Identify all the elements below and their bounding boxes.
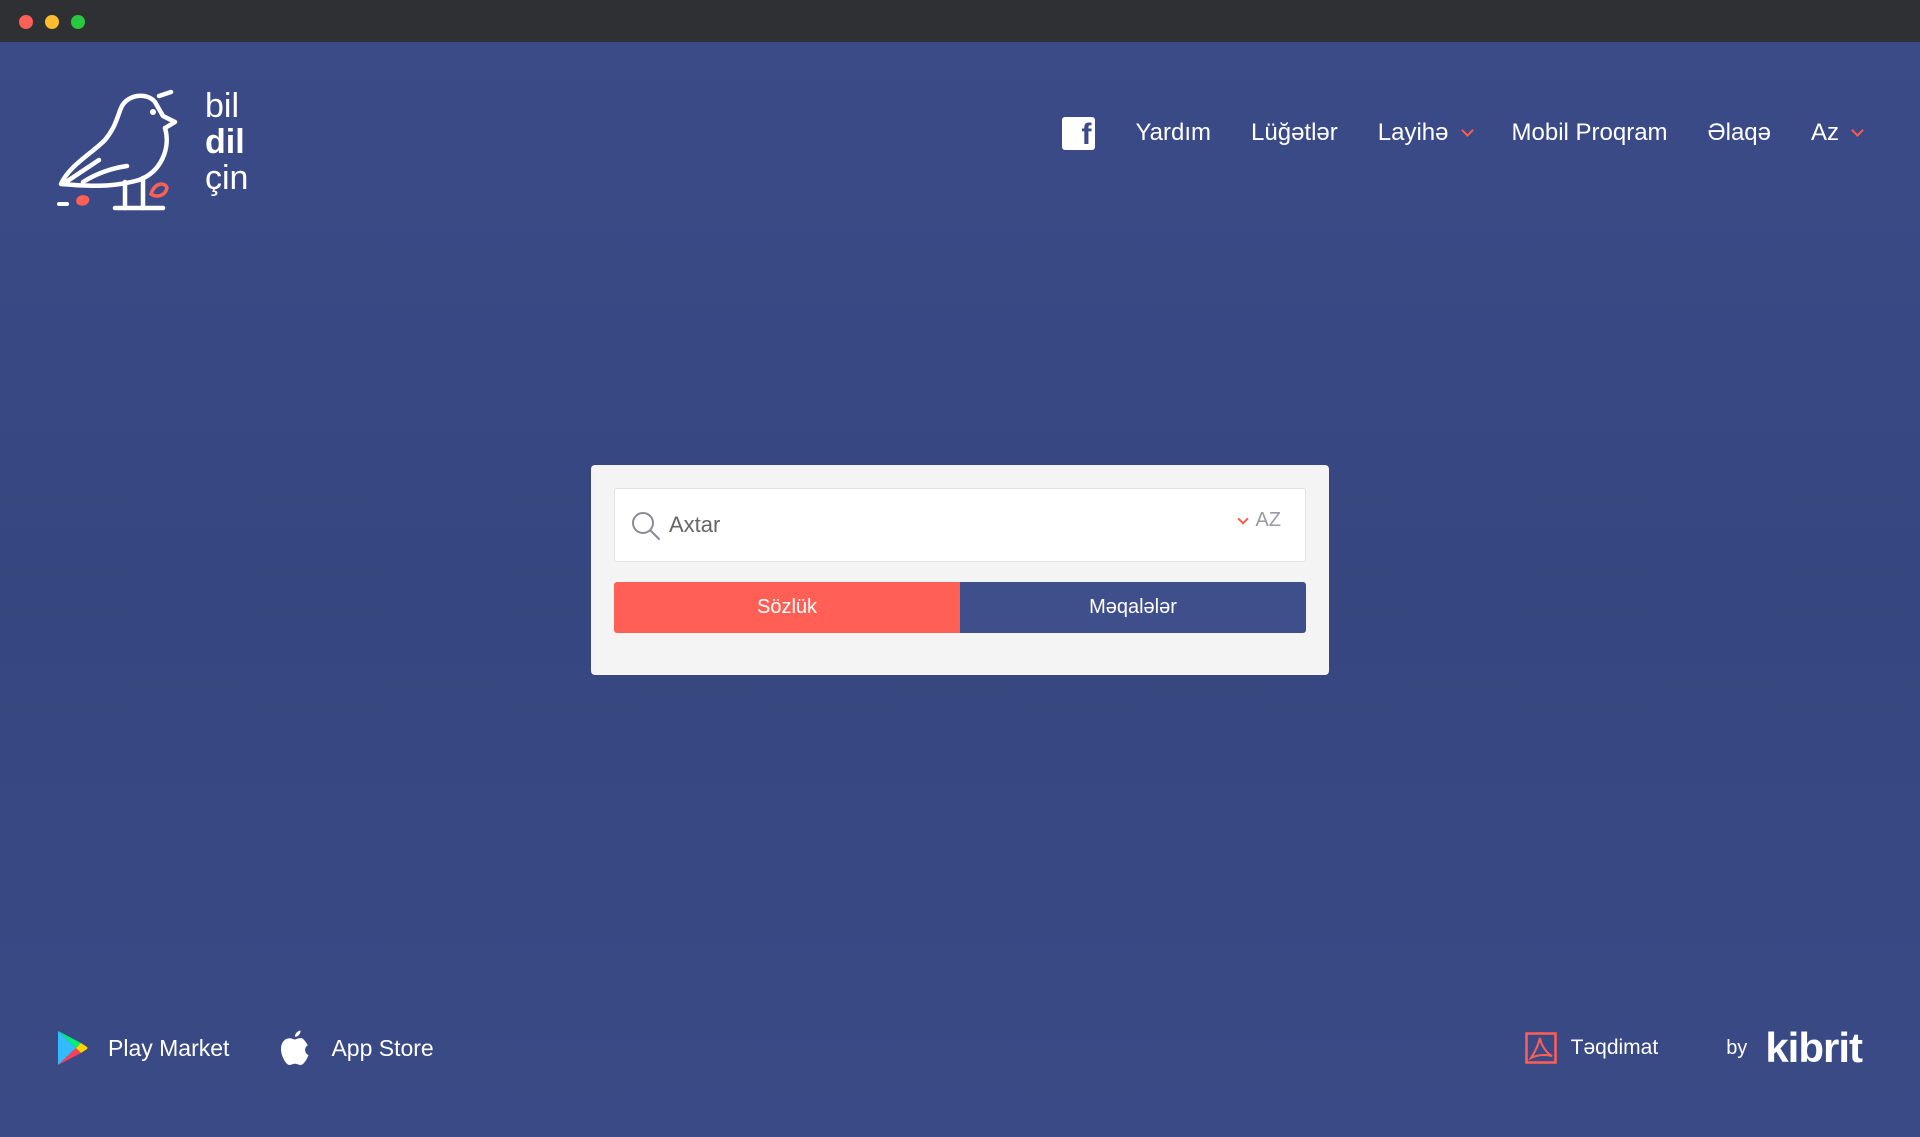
window-maximize-icon[interactable]: [71, 15, 85, 29]
presentation-link[interactable]: Təqdimat: [1524, 1032, 1659, 1064]
search-mode-tabs: Sözlük Məqalələr: [614, 582, 1306, 633]
presentation-label: Təqdimat: [1570, 1036, 1659, 1059]
nav-item-elaqe[interactable]: Əlaqə: [1708, 119, 1771, 147]
chevron-down-icon: [1851, 124, 1864, 137]
search-language-select[interactable]: AZ: [1237, 509, 1281, 532]
app-store-link[interactable]: App Store: [279, 1029, 434, 1067]
window-close-icon[interactable]: [19, 15, 33, 29]
search-input[interactable]: [669, 489, 1189, 561]
tab-label: Sözlük: [756, 596, 818, 618]
kibrit-logo[interactable]: kibrit: [1765, 1024, 1863, 1072]
main-nav: f Yardım Lüğətlər Layihə Mobil Proqram Ə…: [1062, 110, 1864, 156]
app-store-label: App Store: [331, 1034, 434, 1061]
nav-label: Layihə: [1377, 119, 1449, 146]
nav-item-mobil-proqram[interactable]: Mobil Proqram: [1512, 119, 1668, 147]
google-play-icon: [58, 1031, 88, 1065]
play-market-link[interactable]: Play Market: [56, 1030, 229, 1066]
window-minimize-icon[interactable]: [45, 15, 59, 29]
bird-logo-icon: [57, 89, 178, 211]
chevron-down-icon: [1460, 124, 1474, 137]
search-box: AZ: [614, 488, 1306, 562]
footer-right: Təqdimat by kibrit: [1524, 1024, 1863, 1072]
apple-icon: [281, 1030, 309, 1065]
nav-item-lugetler[interactable]: Lüğətlər: [1251, 119, 1338, 147]
language-switcher[interactable]: Az: [1810, 119, 1864, 147]
footer-app-links: Play Market App Store: [56, 1029, 484, 1067]
logo-line-cin: çin: [205, 159, 249, 197]
facebook-icon[interactable]: f: [1062, 116, 1096, 150]
chevron-down-icon: [1237, 512, 1250, 525]
logo-line-dil: dil: [205, 123, 245, 161]
site-logo[interactable]: bil dil çin: [55, 88, 275, 218]
nav-item-layihe[interactable]: Layihə: [1377, 119, 1474, 147]
page: bil dil çin f Yardım Lüğətlər Layihə Mob…: [0, 42, 1920, 1137]
tab-label: Məqalələr: [1089, 596, 1177, 618]
by-label: by: [1726, 1036, 1748, 1059]
tab-meqaleler[interactable]: Məqalələr: [960, 582, 1306, 633]
logo-line-bil: bil: [205, 87, 240, 125]
logo-wordmark: bil dil çin: [205, 88, 248, 196]
nav-label: Əlaqə: [1707, 119, 1771, 146]
nav-label: Lüğətlər: [1251, 119, 1338, 146]
pdf-icon: [1524, 1032, 1557, 1064]
nav-label: Yardım: [1135, 119, 1212, 146]
tab-sozluk[interactable]: Sözlük: [614, 582, 960, 633]
nav-label: Mobil Proqram: [1511, 119, 1668, 146]
nav-label: Az: [1810, 119, 1839, 146]
browser-chrome: [0, 0, 1920, 42]
nav-item-yardim[interactable]: Yardım: [1135, 119, 1211, 147]
search-icon: [632, 512, 660, 540]
play-market-label: Play Market: [108, 1034, 230, 1061]
search-card: AZ Sözlük Məqalələr: [591, 465, 1329, 675]
search-language-value: AZ: [1255, 509, 1281, 531]
